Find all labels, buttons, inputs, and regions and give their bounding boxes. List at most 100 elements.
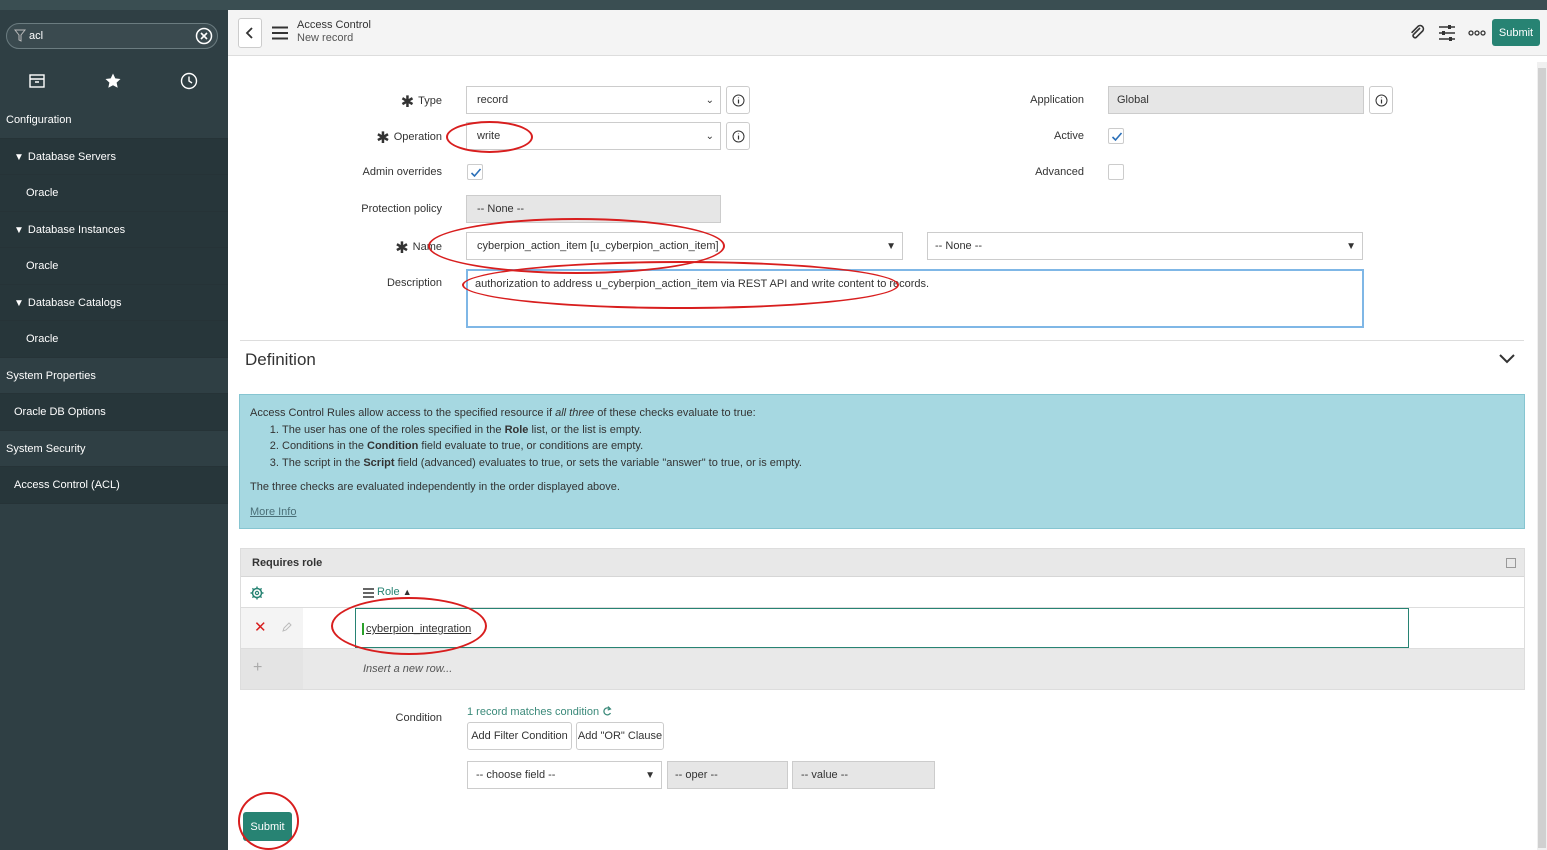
expanded-triangle-icon: ▼: [14, 151, 24, 163]
navigator-filter-input[interactable]: [29, 28, 189, 44]
name-label-text: Name: [412, 241, 442, 253]
operation-info-button[interactable]: [726, 122, 750, 150]
nav-configuration[interactable]: Configuration: [0, 102, 228, 139]
operator-select[interactable]: -- oper --: [667, 761, 788, 789]
role-value: cyberpion_integration: [362, 623, 471, 635]
protection-policy-select[interactable]: -- None --: [466, 195, 721, 223]
more-info-link[interactable]: More Info: [250, 506, 296, 518]
definition-info-box: Access Control Rules allow access to the…: [239, 394, 1525, 529]
add-filter-condition-button[interactable]: Add Filter Condition: [467, 722, 572, 750]
insert-row-text: Insert a new row...: [363, 663, 453, 675]
delete-row-icon[interactable]: ✕: [254, 620, 267, 635]
condition-match-link[interactable]: 1 record matches condition: [467, 705, 612, 718]
column-menu-icon[interactable]: [363, 588, 374, 601]
chevron-left-icon: [245, 27, 253, 39]
check-script: The script in the Script field (advanced…: [282, 455, 1514, 472]
nav-oracle-instances[interactable]: Oracle: [0, 248, 228, 285]
type-select[interactable]: record ⌄: [466, 86, 721, 114]
name-table-select[interactable]: cyberpion_action_item [u_cyberpion_actio…: [466, 232, 903, 260]
chevron-down-icon: ⌄: [705, 131, 714, 142]
application-info-button[interactable]: [1369, 86, 1393, 114]
application-field: Global: [1108, 86, 1364, 114]
advanced-checkbox[interactable]: [1108, 164, 1124, 180]
nav-label: Oracle: [26, 333, 59, 345]
check-text: Conditions in the: [282, 440, 367, 452]
nav-database-servers[interactable]: ▼ Database Servers: [0, 138, 228, 175]
add-or-clause-button[interactable]: Add "OR" Clause: [576, 722, 664, 750]
value-placeholder: -- value --: [801, 769, 849, 781]
scrollbar-thumb[interactable]: [1538, 68, 1546, 848]
form-header: Access Control New record Submit: [228, 10, 1547, 56]
name-field-value: -- None --: [935, 240, 983, 252]
role-reference-input[interactable]: cyberpion_integration: [355, 608, 1409, 648]
nav-oracle-catalogs[interactable]: Oracle: [0, 321, 228, 358]
more-options-icon[interactable]: [1468, 24, 1486, 42]
protection-policy-value: -- None --: [477, 203, 525, 215]
collapse-chevron-icon[interactable]: [1498, 352, 1516, 366]
check-condition: Conditions in the Condition field evalua…: [282, 438, 1514, 455]
description-label: Description: [386, 277, 442, 289]
personalize-form-icon[interactable]: [1438, 24, 1456, 42]
page-scrollbar[interactable]: [1537, 62, 1547, 850]
pencil-edit-icon[interactable]: [281, 621, 293, 636]
check-text: field evaluate to true, or conditions ar…: [418, 440, 644, 452]
condition-label: Condition: [395, 712, 442, 724]
role-column-header[interactable]: Role ▲: [377, 586, 412, 598]
submit-button-top[interactable]: Submit: [1492, 19, 1540, 46]
type-label: ✱ Type: [380, 92, 442, 112]
nav-system-properties[interactable]: System Properties: [0, 358, 228, 394]
row-actions: ✕: [241, 608, 303, 648]
gear-icon[interactable]: [250, 586, 264, 603]
insert-row[interactable]: + Insert a new row...: [241, 649, 1524, 689]
operation-select[interactable]: write ⌄: [466, 122, 721, 150]
expanded-triangle-icon: ▼: [14, 224, 24, 236]
navigator-filter[interactable]: [6, 23, 218, 49]
description-textarea[interactable]: authorization to address u_cyberpion_act…: [466, 269, 1364, 328]
name-label: ✱ Name: [380, 238, 442, 258]
nav-oracle-servers[interactable]: Oracle: [0, 175, 228, 212]
requires-role-header: Requires role: [241, 549, 1524, 577]
clear-filter-icon[interactable]: [195, 27, 213, 45]
sort-ascending-icon: ▲: [402, 587, 412, 597]
nav-access-control-acl[interactable]: Access Control (ACL): [0, 467, 228, 504]
collapse-icon[interactable]: [1506, 558, 1516, 568]
dropdown-triangle-icon: ▼: [1346, 241, 1356, 252]
nav-oracle-db-options[interactable]: Oracle DB Options: [0, 394, 228, 431]
check-text: The script in the: [282, 456, 364, 469]
value-field[interactable]: -- value --: [792, 761, 935, 789]
type-info-button[interactable]: [726, 86, 750, 114]
protection-policy-label: Protection policy: [361, 203, 442, 215]
operation-label-text: Operation: [393, 131, 442, 143]
dropdown-triangle-icon: ▼: [886, 241, 896, 252]
type-label-text: Type: [418, 95, 442, 107]
back-button[interactable]: [238, 18, 262, 48]
plus-icon[interactable]: +: [253, 659, 262, 677]
nav-database-catalogs[interactable]: ▼ Database Catalogs: [0, 284, 228, 321]
role-column-label: Role: [377, 586, 400, 598]
type-value: record: [477, 94, 509, 106]
nav-label: Database Catalogs: [27, 296, 122, 309]
active-checkbox[interactable]: [1108, 128, 1124, 144]
nav-system-security[interactable]: System Security: [0, 431, 228, 467]
operator-value: -- oper --: [675, 769, 718, 781]
filter-icon: [13, 29, 27, 43]
name-field-select[interactable]: -- None -- ▼: [927, 232, 1363, 260]
all-applications-icon[interactable]: [28, 72, 46, 90]
history-clock-icon[interactable]: [180, 72, 198, 90]
chevron-down-icon: ⌄: [705, 95, 714, 106]
submit-button-bottom[interactable]: Submit: [243, 812, 292, 841]
favorites-star-icon[interactable]: [104, 72, 122, 90]
admin-overrides-checkbox[interactable]: [467, 164, 483, 180]
nav-label: Database Instances: [27, 223, 126, 236]
intro-text: Access Control Rules allow access to the…: [250, 407, 556, 419]
definition-checks-list: The user has one of the roles specified …: [282, 422, 1514, 472]
checkmark-icon: [1111, 132, 1123, 142]
application-value: Global: [1117, 94, 1149, 106]
top-strip: [0, 0, 1547, 10]
choose-field-select[interactable]: -- choose field -- ▼: [467, 761, 662, 789]
section-divider: [240, 340, 1524, 341]
admin-overrides-label: Admin overrides: [362, 166, 442, 178]
nav-database-instances[interactable]: ▼ Database Instances: [0, 211, 228, 248]
form-menu-icon[interactable]: [272, 26, 288, 40]
attachment-paperclip-icon[interactable]: [1408, 24, 1426, 42]
